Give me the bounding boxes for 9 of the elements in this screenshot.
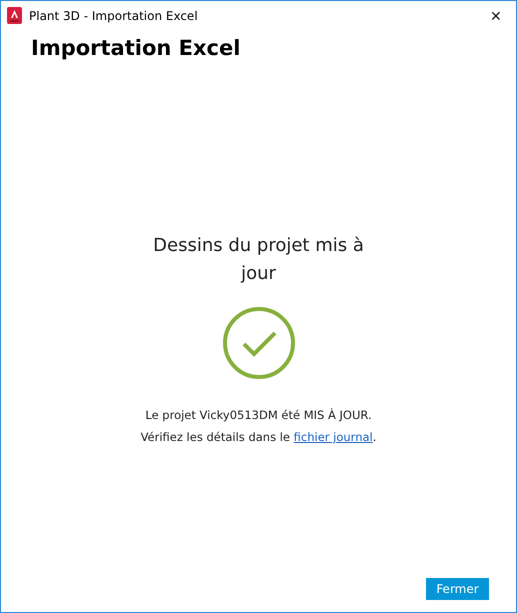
dialog-heading: Importation Excel [31, 36, 242, 60]
close-dialog-button[interactable]: Fermer [426, 578, 489, 600]
details-sentence: Vérifiez les détails dans le fichier journal. [140, 430, 376, 444]
result-message: Le projet Vicky0513DM été MIS À JOUR. [145, 408, 372, 422]
app-logo-icon [7, 7, 22, 24]
close-button[interactable]: ✕ [476, 1, 516, 30]
window-title: Plant 3D - Importation Excel [29, 8, 199, 22]
log-file-link[interactable]: fichier journal [294, 430, 373, 444]
result-title: Dessins du projet mis à jour [152, 234, 365, 286]
